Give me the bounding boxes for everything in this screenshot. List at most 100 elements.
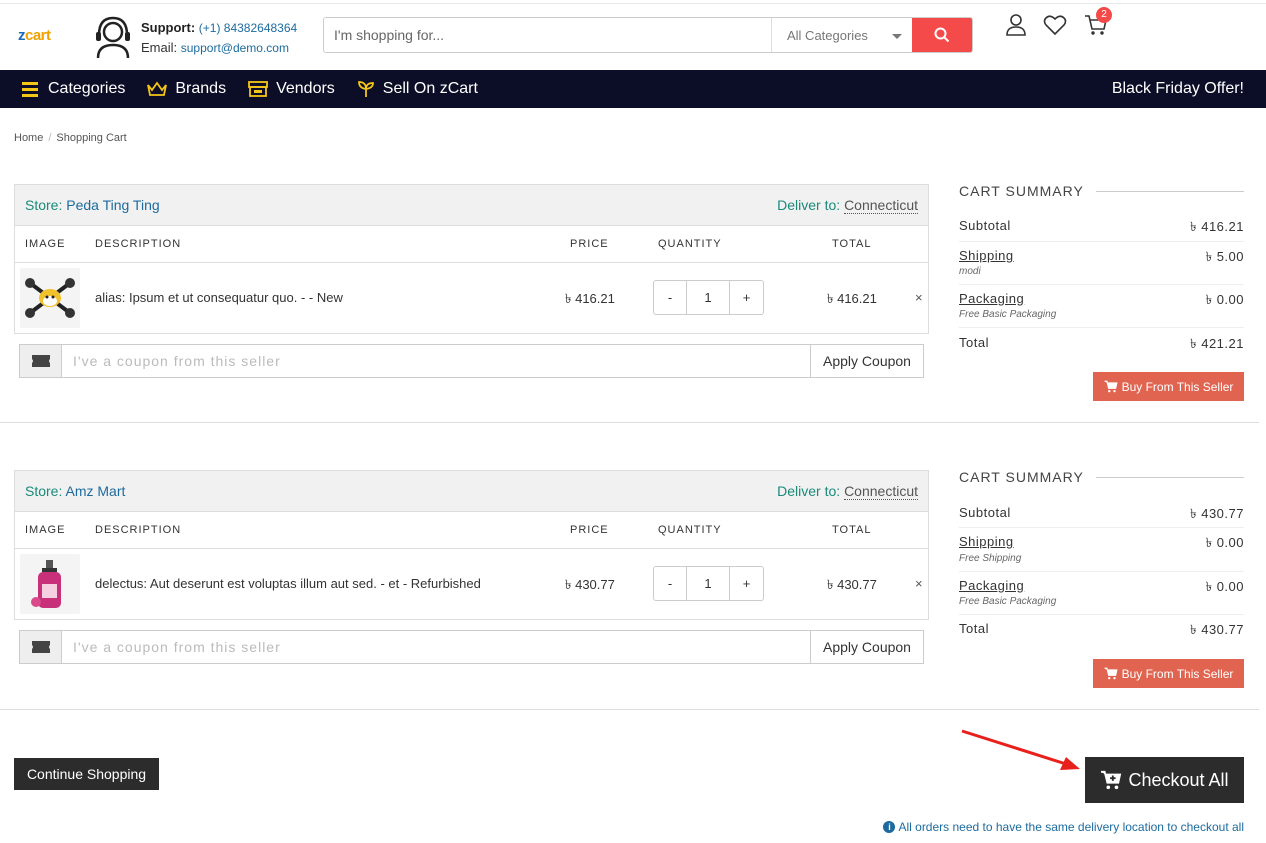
cart-summary-title: CART SUMMARY xyxy=(959,469,1244,485)
deliver-label: Deliver to: xyxy=(777,197,841,213)
deliver-location[interactable]: Connecticut xyxy=(844,197,918,214)
buy-from-seller-button[interactable]: Buy From This Seller xyxy=(1093,372,1244,401)
support-info: Support: (+1) 84382648364 Email: support… xyxy=(141,18,297,58)
nav-vendors[interactable]: Vendors xyxy=(248,70,335,108)
heart-icon[interactable] xyxy=(1043,13,1067,37)
search-input[interactable] xyxy=(324,18,771,52)
cart-summary: CART SUMMARY xyxy=(959,183,1244,199)
shipping-method: modi xyxy=(959,266,981,277)
main-navbar: Categories Brands Vendors Sell On zCart … xyxy=(0,70,1266,108)
shipping-link[interactable]: Shipping xyxy=(959,248,1014,263)
total-label: Total xyxy=(959,335,989,350)
nav-vendors-label: Vendors xyxy=(276,80,335,97)
breadcrumb-current: Shopping Cart xyxy=(56,132,127,144)
table-header: IMAGE DESCRIPTION PRICE QUANTITY TOTAL xyxy=(15,512,928,549)
col-quantity: QUANTITY xyxy=(658,238,722,250)
nav-sell[interactable]: Sell On zCart xyxy=(357,70,478,108)
store-icon xyxy=(248,81,268,97)
checkout-note: i All orders need to have the same deliv… xyxy=(883,820,1244,834)
remove-item-button[interactable]: × xyxy=(915,290,923,305)
deliver-label: Deliver to: xyxy=(777,483,841,499)
coupon-form: Apply Coupon xyxy=(19,344,924,378)
remove-item-button[interactable]: × xyxy=(915,576,923,591)
breadcrumb-home[interactable]: Home xyxy=(14,132,43,144)
coupon-input[interactable] xyxy=(62,631,810,663)
store-name-link[interactable]: Amz Mart xyxy=(65,483,125,499)
store-block: Store: Amz Mart Deliver to: Connecticut … xyxy=(14,470,929,620)
apply-coupon-button[interactable]: Apply Coupon xyxy=(810,631,923,663)
menu-icon xyxy=(22,82,38,97)
support-email[interactable]: support@demo.com xyxy=(181,41,289,55)
sprout-icon xyxy=(357,81,374,97)
col-total: TOTAL xyxy=(832,524,872,536)
user-icon[interactable] xyxy=(1004,13,1028,37)
col-description: DESCRIPTION xyxy=(95,238,182,250)
search-icon xyxy=(934,27,950,43)
category-select[interactable]: All Categories xyxy=(771,18,912,52)
apply-coupon-button[interactable]: Apply Coupon xyxy=(810,345,923,377)
product-price: ৳ 430.77 xyxy=(565,577,615,592)
support-phone[interactable]: (+1) 84382648364 xyxy=(199,21,297,35)
product-image[interactable] xyxy=(20,268,80,328)
store-header: Store: Amz Mart Deliver to: Connecticut xyxy=(15,471,928,512)
cart-icon xyxy=(1104,380,1118,393)
coupon-input[interactable] xyxy=(62,345,810,377)
quantity-stepper: - 1 + xyxy=(653,566,764,601)
qty-plus-button[interactable]: + xyxy=(730,281,763,314)
shipping-link[interactable]: Shipping xyxy=(959,534,1014,549)
packaging-link[interactable]: Packaging xyxy=(959,291,1024,306)
black-friday-link[interactable]: Black Friday Offer! xyxy=(1112,70,1244,108)
category-select-value: All Categories xyxy=(787,27,868,43)
qty-minus-button[interactable]: - xyxy=(654,567,687,600)
total-value: ৳ 430.77 xyxy=(1190,622,1244,637)
store-header: Store: Peda Ting Ting Deliver to: Connec… xyxy=(15,185,928,226)
ticket-icon xyxy=(20,631,62,663)
packaging-value: ৳ 0.00 xyxy=(1205,579,1244,594)
qty-input[interactable]: 1 xyxy=(687,281,730,314)
table-header: IMAGE DESCRIPTION PRICE QUANTITY TOTAL xyxy=(15,226,928,263)
packaging-method: Free Basic Packaging xyxy=(959,596,1057,607)
product-price: ৳ 416.21 xyxy=(565,291,615,306)
col-image: IMAGE xyxy=(25,524,66,536)
deliver-location[interactable]: Connecticut xyxy=(844,483,918,500)
packaging-method: Free Basic Packaging xyxy=(959,309,1057,320)
product-description[interactable]: delectus: Aut deserunt est voluptas illu… xyxy=(95,576,481,591)
col-image: IMAGE xyxy=(25,238,66,250)
subtotal-value: ৳ 416.21 xyxy=(1190,219,1244,234)
chevron-down-icon xyxy=(892,34,902,39)
subtotal-label: Subtotal xyxy=(959,505,1011,520)
cart-summary-title: CART SUMMARY xyxy=(959,183,1244,199)
store-block: Store: Peda Ting Ting Deliver to: Connec… xyxy=(14,184,929,334)
support-label: Support: xyxy=(141,20,196,35)
nav-categories[interactable]: Categories xyxy=(22,70,125,108)
col-total: TOTAL xyxy=(832,238,872,250)
buy-from-seller-button[interactable]: Buy From This Seller xyxy=(1093,659,1244,688)
logo[interactable]: zcart xyxy=(18,27,51,44)
store-name-link[interactable]: Peda Ting Ting xyxy=(66,197,159,213)
section-divider xyxy=(0,709,1259,710)
email-label: Email: xyxy=(141,40,178,55)
checkout-all-button[interactable]: Checkout All xyxy=(1085,757,1244,803)
headset-icon xyxy=(96,16,130,59)
col-quantity: QUANTITY xyxy=(658,524,722,536)
nav-brands-label: Brands xyxy=(175,80,227,97)
qty-plus-button[interactable]: + xyxy=(730,567,763,600)
checkout-note-text: All orders need to have the same deliver… xyxy=(898,820,1244,834)
section-divider xyxy=(0,422,1259,423)
col-description: DESCRIPTION xyxy=(95,524,182,536)
quantity-stepper: - 1 + xyxy=(653,280,764,315)
nav-brands[interactable]: Brands xyxy=(147,70,226,108)
arrow-annotation-icon xyxy=(961,729,1080,770)
product-description[interactable]: alias: Ipsum et ut consequatur quo. - - … xyxy=(95,290,343,305)
qty-input[interactable]: 1 xyxy=(687,567,730,600)
search-button[interactable] xyxy=(912,18,972,52)
qty-minus-button[interactable]: - xyxy=(654,281,687,314)
cart-plus-icon xyxy=(1101,770,1122,790)
packaging-link[interactable]: Packaging xyxy=(959,578,1024,593)
shipping-method: Free Shipping xyxy=(959,553,1022,564)
search-bar: All Categories xyxy=(323,17,973,53)
product-image[interactable] xyxy=(20,554,80,614)
col-price: PRICE xyxy=(570,238,609,250)
cart-summary: CART SUMMARY xyxy=(959,469,1244,485)
continue-shopping-button[interactable]: Continue Shopping xyxy=(14,758,159,790)
